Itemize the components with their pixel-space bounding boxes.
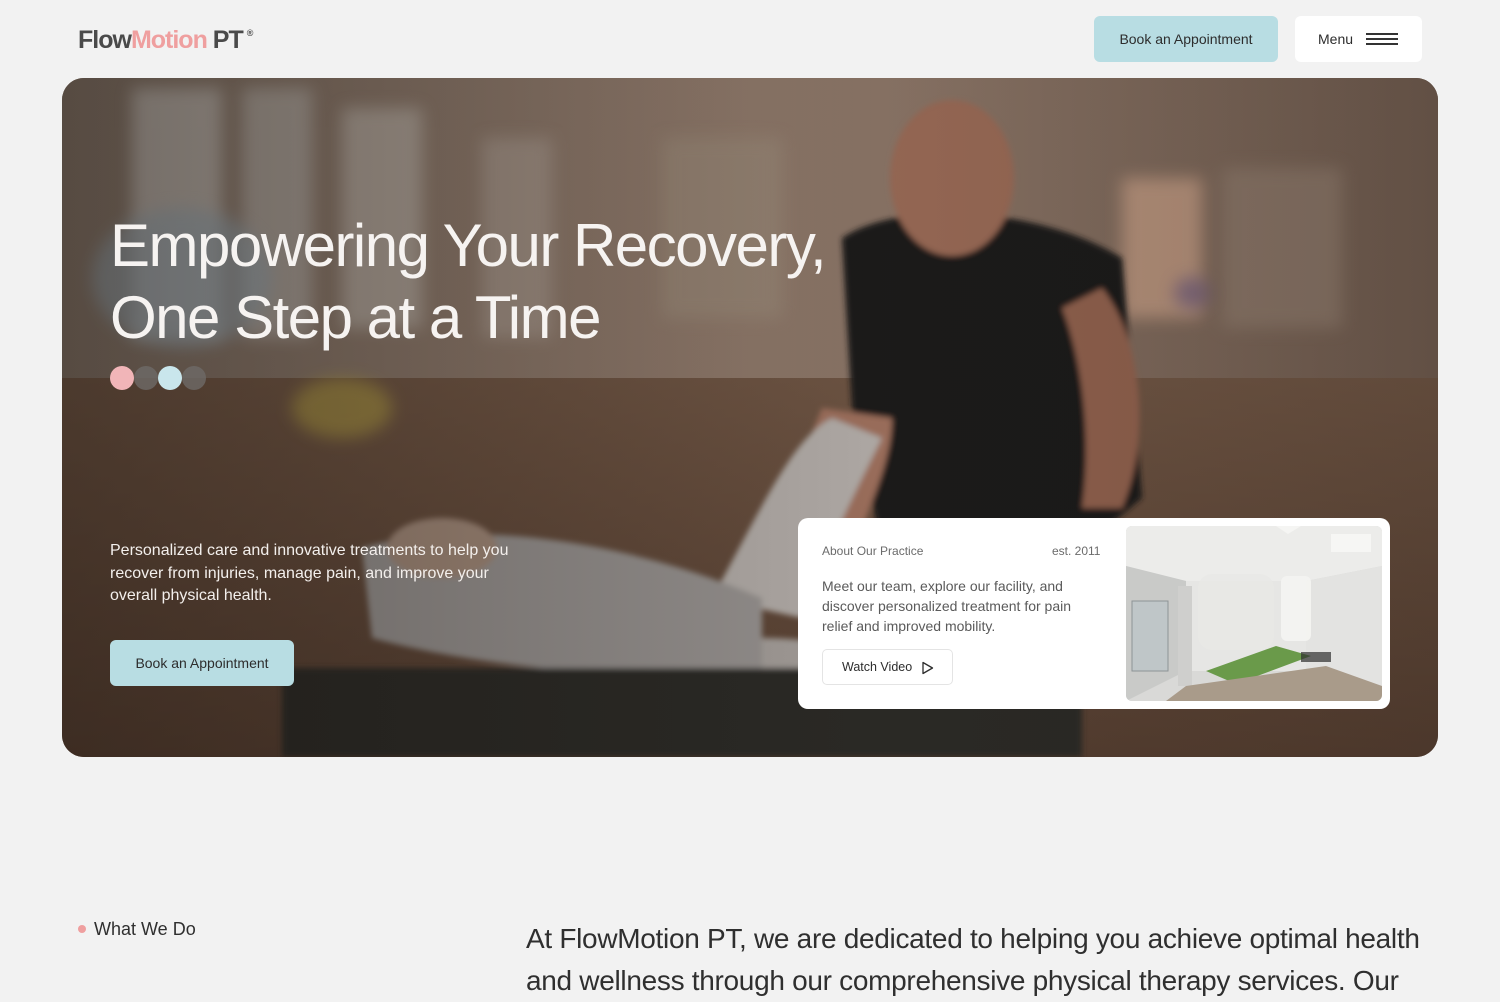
- hero-title-line1: Empowering Your Recovery,: [110, 212, 827, 279]
- menu-label: Menu: [1318, 31, 1354, 47]
- logo-pt: PT: [206, 26, 244, 54]
- watch-video-button[interactable]: Watch Video: [822, 649, 953, 685]
- hero-title-line2: One Step at a Time: [110, 284, 601, 351]
- watch-video-label: Watch Video: [842, 660, 913, 674]
- established-year: est. 2011: [1052, 544, 1101, 558]
- hero-title: Empowering Your Recovery, One Step at a …: [110, 210, 910, 354]
- logo-flow: Flow: [78, 26, 132, 54]
- hero-description: Personalized care and innovative treatme…: [110, 542, 509, 604]
- hamburger-icon: [1366, 33, 1398, 45]
- dot-gray: [134, 366, 158, 390]
- book-appointment-button-header[interactable]: Book an Appointment: [1094, 16, 1278, 62]
- about-label: About Our Practice: [822, 544, 924, 558]
- section-tag: What We Do: [78, 918, 196, 940]
- book-appointment-button-hero[interactable]: Book an Appointment: [110, 640, 294, 686]
- about-card: About Our Practice est. 2011 Meet our te…: [798, 518, 1390, 709]
- facility-thumbnail[interactable]: [1126, 526, 1382, 701]
- section-body-text: At FlowMotion PT, we are dedicated to he…: [526, 923, 1420, 996]
- logo-motion: Motion: [130, 26, 208, 54]
- facility-image: [1126, 526, 1382, 701]
- hero-section: Empowering Your Recovery, One Step at a …: [62, 78, 1438, 757]
- menu-button[interactable]: Menu: [1295, 16, 1422, 62]
- registered-mark: ®: [246, 28, 254, 38]
- dot-gray: [182, 366, 206, 390]
- section-dot: [78, 925, 86, 933]
- about-text: Meet our team, explore our facility, and…: [822, 578, 1072, 634]
- section-tag-label: What We Do: [94, 918, 196, 939]
- site-header: FlowMotion PT ® Book an Appointment Menu: [0, 0, 1500, 78]
- logo[interactable]: FlowMotion PT ®: [78, 26, 253, 55]
- play-icon: [922, 661, 934, 675]
- dot-blue: [158, 366, 182, 390]
- dot-pink: [110, 366, 134, 390]
